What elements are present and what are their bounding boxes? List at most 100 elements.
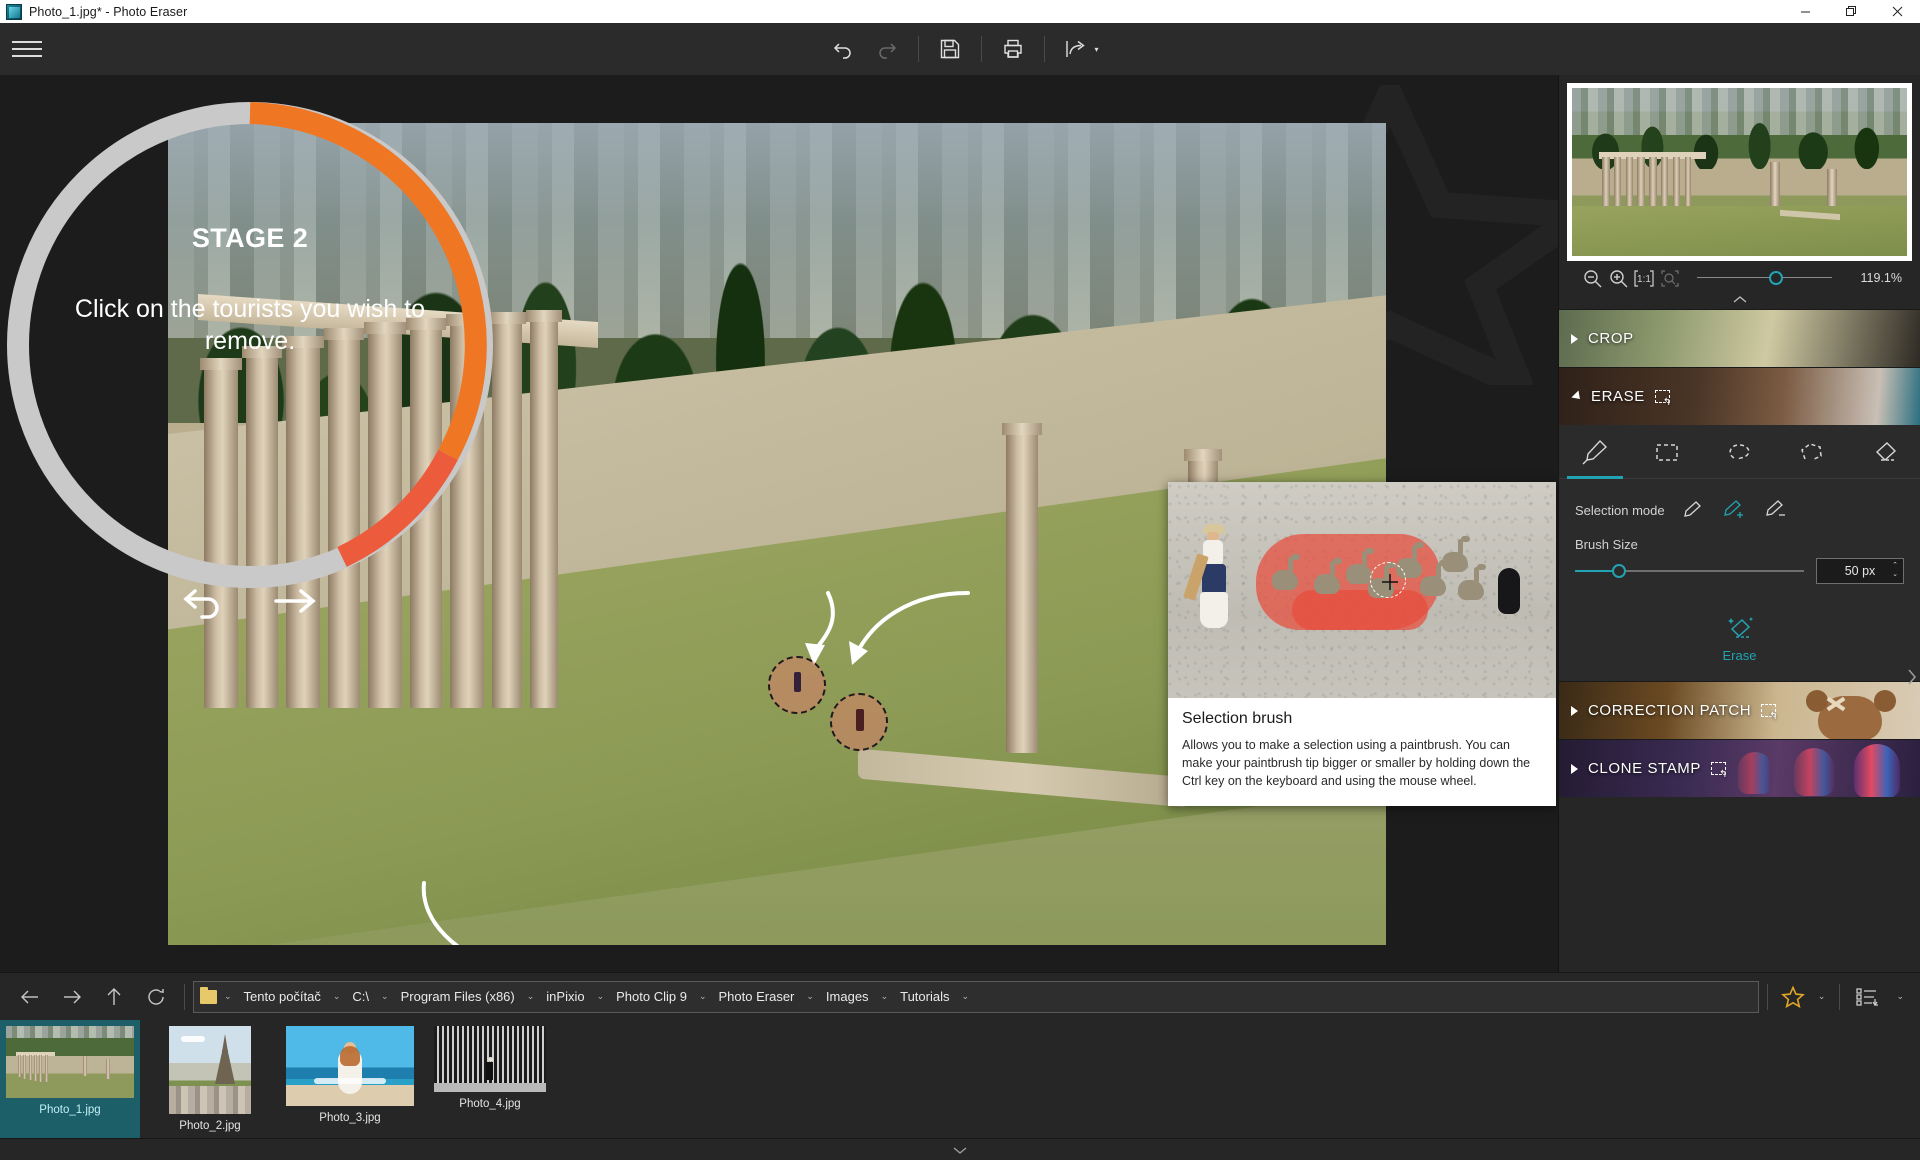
breadcrumb-caret-3[interactable]: ⌄ <box>524 991 538 1002</box>
erase-section-body: Selection mode Brush Size 50 px ⌃ ⌄ Eras… <box>1559 425 1920 681</box>
erase-apply-button[interactable]: Erase <box>1559 584 1920 663</box>
browser-refresh-button[interactable] <box>136 980 176 1014</box>
lasso-icon[interactable] <box>1703 425 1775 479</box>
save-button[interactable] <box>928 29 972 69</box>
list-item-label: Photo_2.jpg <box>179 1120 241 1132</box>
breadcrumb-caret-2[interactable]: ⌄ <box>378 991 392 1002</box>
list-item-label: Photo_1.jpg <box>39 1104 101 1116</box>
fit-to-screen-icon[interactable] <box>1657 265 1683 291</box>
breadcrumb-caret-7[interactable]: ⌄ <box>878 991 892 1002</box>
brush-size-slider-knob[interactable] <box>1611 564 1626 578</box>
brush-subtract-icon[interactable] <box>1761 497 1791 523</box>
tooltip-selection-mask-2 <box>1292 590 1428 630</box>
breadcrumb-caret-1[interactable]: ⌄ <box>330 991 344 1002</box>
zoom-out-icon[interactable] <box>1579 265 1605 291</box>
rectangle-marquee-icon[interactable] <box>1631 425 1703 479</box>
section-label-clone-stamp: CLONE STAMP <box>1588 760 1702 777</box>
view-options-caret[interactable]: ⌄ <box>1890 991 1910 1002</box>
chevron-right-icon <box>1571 333 1578 344</box>
print-button[interactable] <box>991 29 1035 69</box>
window-title: Photo_1.jpg* - Photo Eraser <box>29 4 188 19</box>
breadcrumb-item-3[interactable]: inPixio <box>539 985 591 1008</box>
breadcrumb-caret-6[interactable]: ⌄ <box>803 991 817 1002</box>
brush-size-label: Brush Size <box>1575 537 1638 552</box>
thumbnail-striped-wall <box>434 1026 546 1092</box>
chevron-down-icon[interactable] <box>0 1138 1920 1160</box>
selection-marker-tourist-2[interactable] <box>830 693 888 751</box>
minimize-button[interactable] <box>1782 0 1828 23</box>
breadcrumb-caret-0[interactable]: ⌄ <box>221 991 235 1002</box>
folder-icon[interactable] <box>200 986 217 1004</box>
breadcrumb-item-7[interactable]: Tutorials <box>893 985 956 1008</box>
app-icon <box>6 3 22 20</box>
breadcrumb-caret-5[interactable]: ⌄ <box>696 991 710 1002</box>
breadcrumb[interactable]: ⌄ Tento počítač ⌄ C:\ ⌄ Program Files (x… <box>193 980 1759 1013</box>
list-item[interactable]: Photo_2.jpg <box>140 1020 280 1138</box>
selection-tool-icon <box>1654 390 1672 408</box>
breadcrumb-item-2[interactable]: Program Files (x86) <box>394 985 522 1008</box>
sort-list-icon[interactable] <box>1848 980 1888 1014</box>
brush-replace-icon[interactable] <box>1677 497 1707 523</box>
section-header-crop[interactable]: CROP <box>1559 309 1920 367</box>
zoom-controls: 1:1 119.1% <box>1567 261 1912 295</box>
erase-tool-row <box>1559 425 1920 479</box>
tutorial-next-button[interactable] <box>272 585 318 628</box>
chevron-right-icon-2 <box>1571 705 1578 716</box>
list-item[interactable]: Photo_1.jpg <box>0 1020 140 1138</box>
hamburger-menu-icon[interactable] <box>0 41 56 57</box>
restore-button[interactable] <box>1828 0 1874 23</box>
favorites-caret[interactable]: ⌄ <box>1812 991 1832 1002</box>
undo-button[interactable] <box>821 29 865 69</box>
selection-marker-tourist-1[interactable] <box>768 656 826 714</box>
share-button[interactable] <box>1054 29 1098 69</box>
brush-size-value: 50 px <box>1844 564 1876 578</box>
zoom-slider[interactable] <box>1697 268 1832 288</box>
breadcrumb-item-1[interactable]: C:\ <box>345 985 376 1008</box>
section-header-erase[interactable]: ERASE <box>1559 367 1920 425</box>
navigator-collapse-icon[interactable] <box>1567 295 1912 309</box>
thumbnail-athens-temple <box>6 1026 134 1098</box>
tool-tooltip: Selection brush Allows you to make a sel… <box>1168 482 1556 807</box>
right-tool-panel: 1:1 119.1% CROP ERASE ↰ Selection mode B… <box>1558 75 1920 972</box>
tooltip-title: Selection brush <box>1182 710 1293 727</box>
brush-add-icon[interactable] <box>1719 497 1749 523</box>
star-icon[interactable] <box>1776 980 1810 1014</box>
browser-up-button[interactable] <box>94 980 134 1014</box>
breadcrumb-item-4[interactable]: Photo Clip 9 <box>609 985 694 1008</box>
breadcrumb-item-5[interactable]: Photo Eraser <box>712 985 802 1008</box>
section-header-clone-stamp[interactable]: CLONE STAMP <box>1559 739 1920 797</box>
list-item[interactable]: Photo_3.jpg <box>280 1020 420 1138</box>
section-header-correction-patch[interactable]: CORRECTION PATCH <box>1559 681 1920 739</box>
breadcrumb-caret-4[interactable]: ⌄ <box>594 991 608 1002</box>
list-item-label: Photo_3.jpg <box>319 1112 381 1124</box>
panel-collapse-icon[interactable] <box>1906 667 1918 690</box>
close-button[interactable] <box>1874 0 1920 23</box>
brush-size-slider[interactable] <box>1575 561 1804 581</box>
zoom-slider-knob[interactable] <box>1768 271 1783 285</box>
zoom-in-icon[interactable] <box>1605 265 1631 291</box>
navigator-thumbnail[interactable] <box>1567 83 1912 261</box>
svg-text:1:1: 1:1 <box>1637 274 1651 285</box>
browser-divider <box>184 983 185 1010</box>
browser-forward-button[interactable] <box>52 980 92 1014</box>
one-to-one-icon[interactable]: 1:1 <box>1631 265 1657 291</box>
selection-mode-label: Selection mode <box>1575 502 1665 518</box>
section-label-erase: ERASE <box>1591 388 1645 405</box>
share-dropdown-caret[interactable]: ▾ <box>1094 45 1098 54</box>
tutorial-back-button[interactable] <box>182 585 228 628</box>
breadcrumb-item-6[interactable]: Images <box>819 985 876 1008</box>
breadcrumb-item-0[interactable]: Tento počítač <box>237 985 328 1008</box>
eraser-icon[interactable] <box>1848 425 1920 479</box>
brush-size-stepper[interactable]: 50 px ⌃ ⌄ <box>1816 558 1904 584</box>
polygon-lasso-icon[interactable] <box>1776 425 1848 479</box>
list-item-label: Photo_4.jpg <box>459 1098 521 1110</box>
browser-back-button[interactable] <box>10 980 50 1014</box>
image-canvas[interactable]: STAGE 2 Click on the tourists you wish t… <box>0 75 1558 972</box>
breadcrumb-caret-8[interactable]: ⌄ <box>958 991 972 1002</box>
brush-tool-icon[interactable] <box>1559 425 1631 479</box>
redo-button[interactable] <box>865 29 909 69</box>
toolbar-divider-2 <box>981 36 983 62</box>
stepper-arrows-icon[interactable]: ⌃ ⌄ <box>1892 561 1898 579</box>
tooltip-body: Selection brush Allows you to make a sel… <box>1168 698 1556 806</box>
list-item[interactable]: Photo_4.jpg <box>420 1020 560 1138</box>
